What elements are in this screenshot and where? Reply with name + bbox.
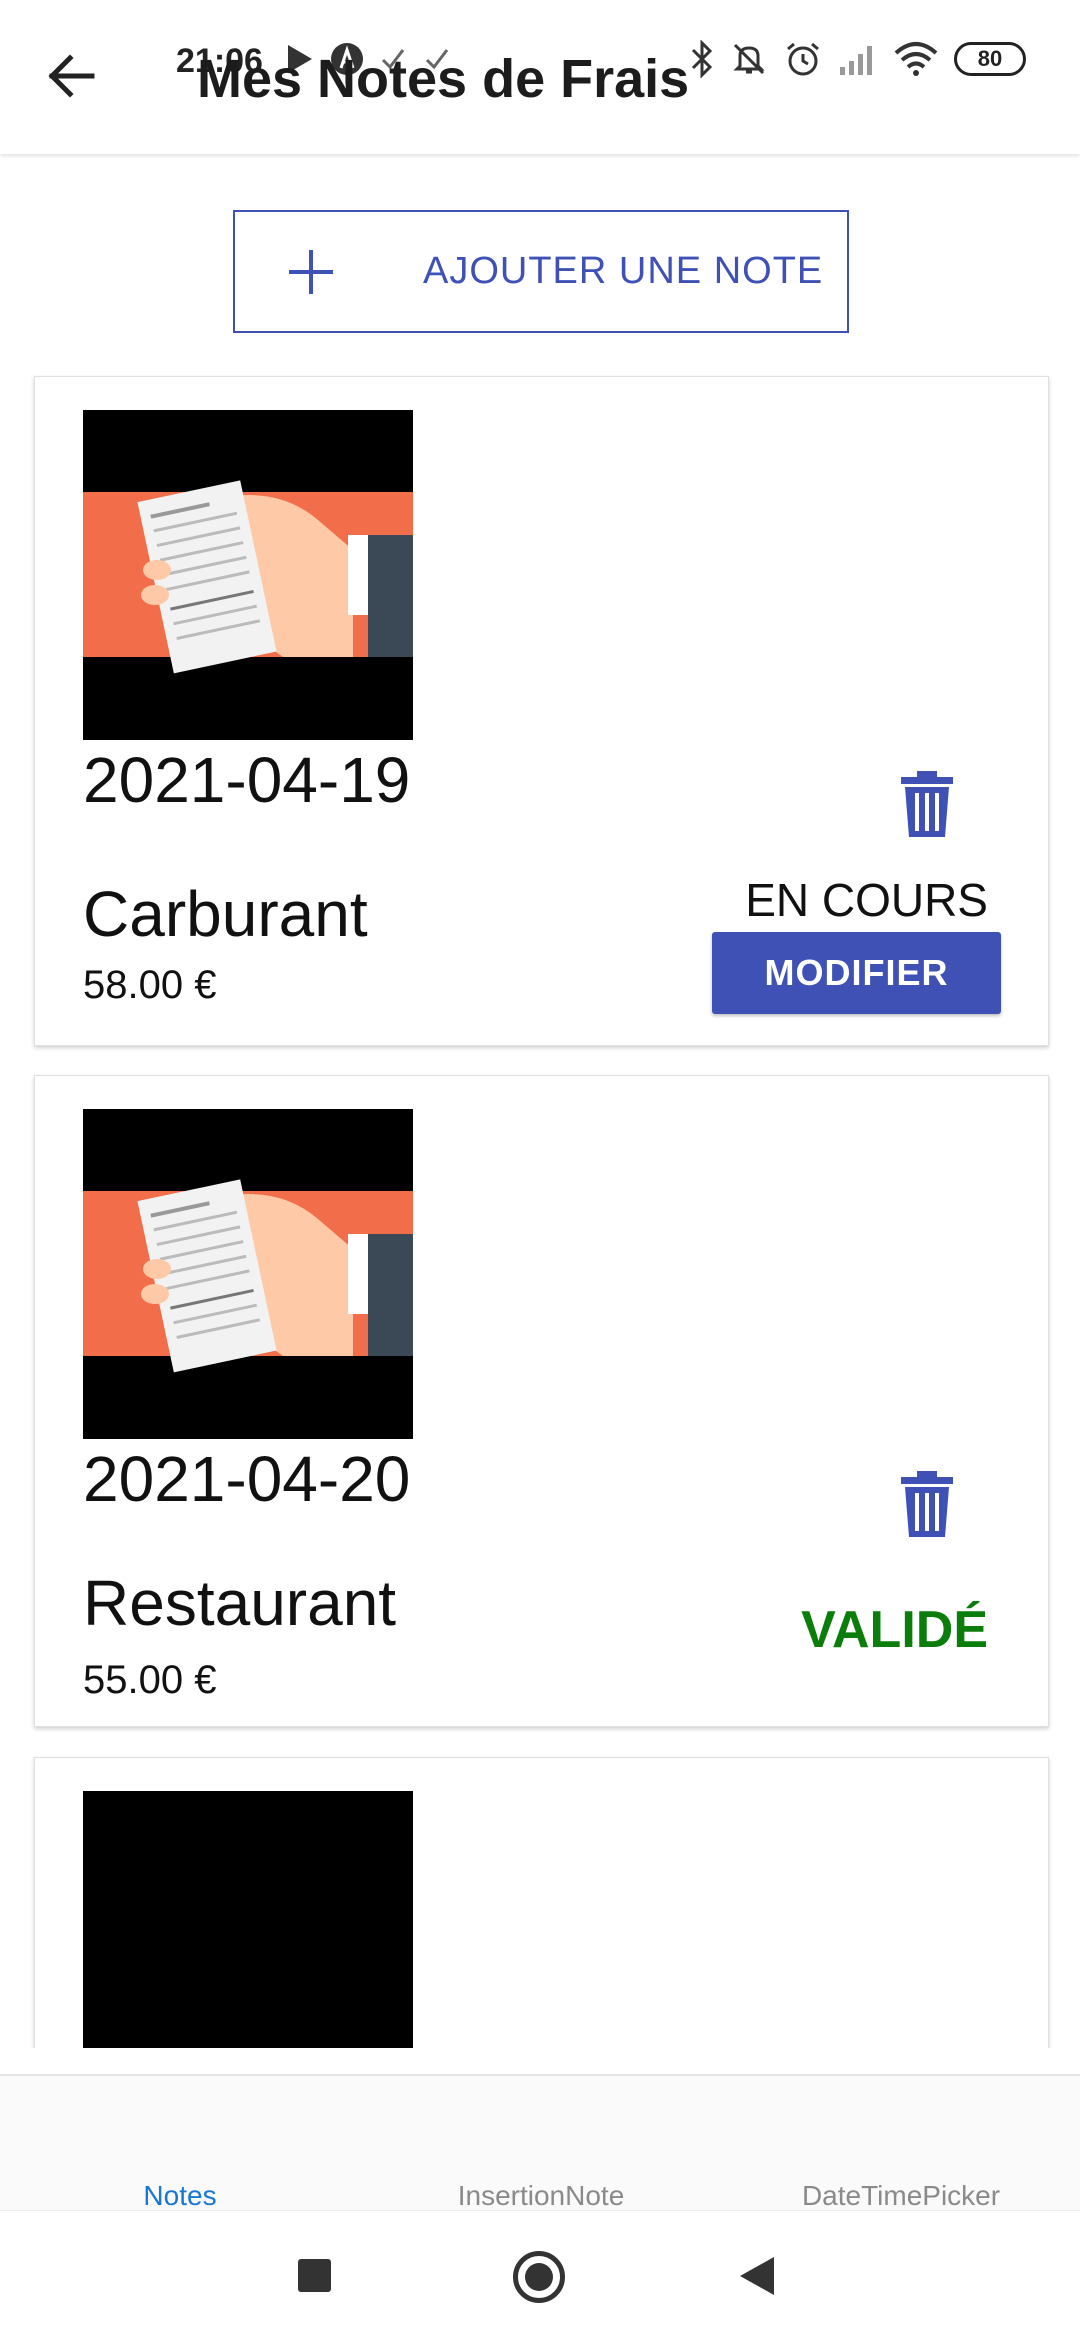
app-header: 21:06 Mes Notes de Frais 80 (0, 0, 1080, 154)
receipt-image-icon (83, 410, 413, 740)
receipt-image-icon (83, 1109, 413, 1439)
system-back-icon[interactable] (740, 2257, 774, 2295)
page-title: Mes Notes de Frais (197, 49, 690, 109)
tab-insertion-note[interactable]: InsertionNote (458, 2180, 625, 2212)
back-button[interactable] (40, 45, 102, 107)
signal-icon (840, 46, 872, 75)
receipt-thumbnail[interactable] (83, 1109, 413, 1439)
recents-icon[interactable] (298, 2259, 331, 2292)
note-amount: 58.00 € (83, 963, 217, 1007)
note-card: 2021-04-20 Restaurant 55.00 € VALIDÉ (34, 1075, 1049, 1727)
trash-icon[interactable] (897, 1469, 957, 1539)
add-note-button[interactable]: AJOUTER UNE NOTE (233, 210, 849, 333)
home-icon[interactable] (513, 2251, 565, 2303)
modify-button[interactable]: MODIFIER (712, 932, 1001, 1014)
note-category: Carburant (83, 878, 368, 950)
status-label: EN COURS (745, 874, 988, 926)
arrow-back-icon (48, 54, 95, 98)
tab-notes[interactable]: Notes (143, 2180, 216, 2212)
mute-icon (733, 43, 765, 75)
notes-list[interactable]: 2021-04-19 Carburant 58.00 € EN COURS MO… (0, 372, 1080, 2048)
note-category: Restaurant (83, 1567, 397, 1639)
receipt-thumbnail[interactable] (83, 1791, 413, 2048)
note-date: 2021-04-20 (83, 1443, 411, 1515)
note-card (34, 1757, 1049, 2048)
system-status-icons: 80 (690, 40, 1026, 78)
system-nav-bar (0, 2210, 1080, 2340)
battery-indicator: 80 (954, 42, 1026, 76)
receipt-thumbnail[interactable] (83, 410, 413, 740)
alarm-icon (787, 42, 819, 76)
trash-icon[interactable] (897, 769, 957, 839)
status-label: VALIDÉ (801, 1601, 988, 1659)
wifi-icon (894, 42, 938, 76)
tab-datetime-picker[interactable]: DateTimePicker (802, 2180, 1000, 2212)
bluetooth-icon (691, 40, 713, 78)
bottom-tab-bar: Notes InsertionNote DateTimePicker (0, 2074, 1080, 2212)
note-amount: 55.00 € (83, 1658, 217, 1702)
note-card: 2021-04-19 Carburant 58.00 € EN COURS MO… (34, 376, 1049, 1046)
plus-icon (289, 249, 333, 294)
add-note-label: AJOUTER UNE NOTE (423, 250, 824, 292)
note-date: 2021-04-19 (83, 744, 411, 816)
